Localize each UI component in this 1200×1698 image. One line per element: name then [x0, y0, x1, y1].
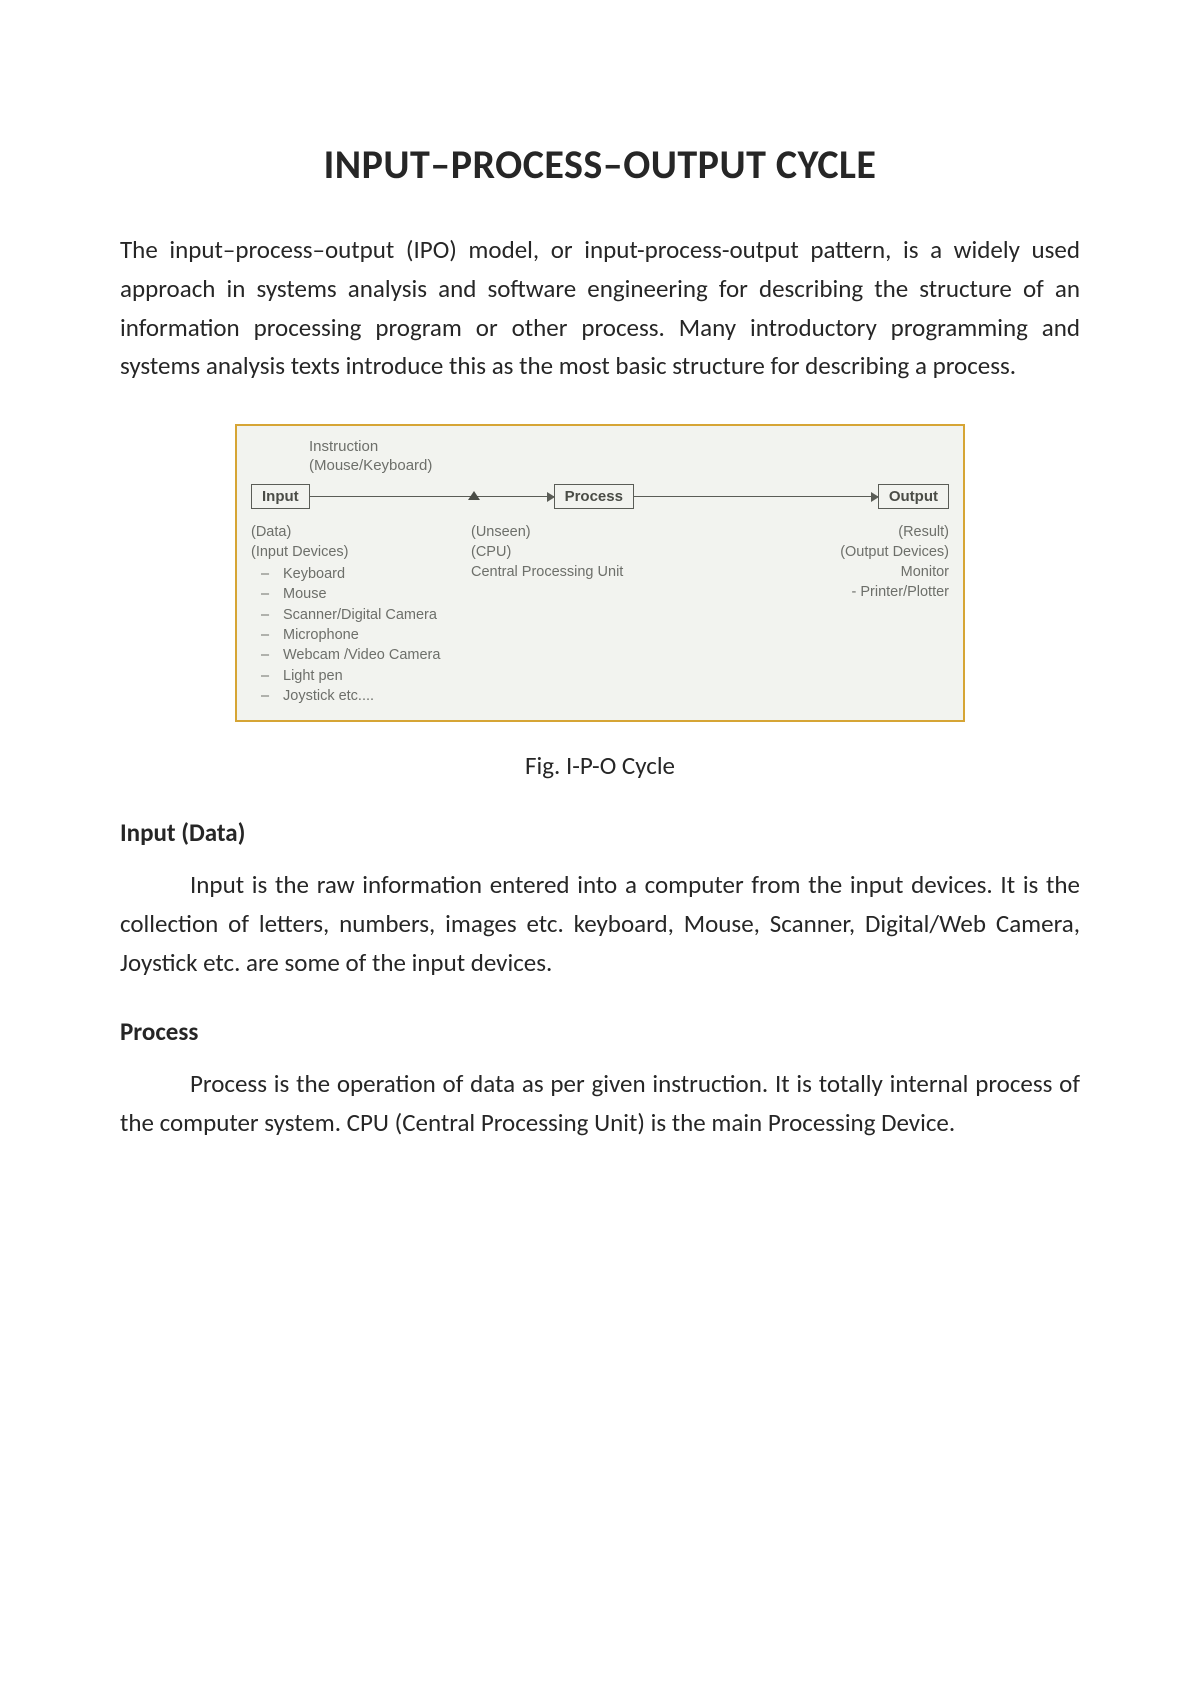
arrow-process-to-output: [634, 496, 878, 498]
diagram-flow-row: Input Process Output: [251, 482, 949, 512]
up-arrow-icon: [468, 491, 480, 500]
input-box: Input: [251, 484, 310, 509]
process-head1: (Unseen): [471, 522, 721, 542]
list-item: Mouse: [251, 584, 471, 604]
figure-caption: Fig. I-P-O Cycle: [120, 750, 1080, 781]
output-line4: - Printer/Plotter: [721, 582, 949, 602]
input-column: (Data) (Input Devices) Keyboard Mouse Sc…: [251, 522, 471, 707]
input-devices-list: Keyboard Mouse Scanner/Digital Camera Mi…: [251, 564, 471, 706]
list-item: Microphone: [251, 625, 471, 645]
output-head2: (Output Devices): [721, 542, 949, 562]
process-box: Process: [554, 484, 634, 509]
process-line3: Central Processing Unit: [471, 562, 721, 582]
list-item: Keyboard: [251, 564, 471, 584]
output-head1: (Result): [721, 522, 949, 542]
input-head2: (Input Devices): [251, 542, 471, 562]
input-head1: (Data): [251, 522, 471, 542]
ipo-diagram-container: Instruction (Mouse/Keyboard) Input Proce…: [235, 424, 965, 722]
diagram-instruction-label: Instruction (Mouse/Keyboard): [309, 438, 949, 476]
arrow-head-icon: [547, 492, 555, 502]
instruction-line2: (Mouse/Keyboard): [309, 457, 949, 476]
list-item: Light pen: [251, 666, 471, 686]
section-body-input: Input is the raw information entered int…: [120, 866, 1080, 982]
list-item: Webcam /Video Camera: [251, 645, 471, 665]
intro-paragraph: The input–process–output (IPO) model, or…: [120, 231, 1080, 386]
process-column: (Unseen) (CPU) Central Processing Unit: [471, 522, 721, 707]
section-title-input: Input (Data): [120, 817, 1080, 848]
output-box: Output: [878, 484, 949, 509]
diagram-columns: (Data) (Input Devices) Keyboard Mouse Sc…: [251, 522, 949, 707]
section-title-process: Process: [120, 1016, 1080, 1047]
section-body-process: Process is the operation of data as per …: [120, 1065, 1080, 1143]
arrow-head-icon: [871, 492, 879, 502]
ipo-diagram: Instruction (Mouse/Keyboard) Input Proce…: [235, 424, 965, 722]
arrow-input-to-process: [310, 496, 554, 498]
list-item: Joystick etc....: [251, 686, 471, 706]
page-title: INPUT–PROCESS–OUTPUT CYCLE: [120, 140, 1080, 189]
list-item: Scanner/Digital Camera: [251, 605, 471, 625]
output-line3: Monitor: [721, 562, 949, 582]
instruction-line1: Instruction: [309, 438, 949, 457]
process-head2: (CPU): [471, 542, 721, 562]
output-column: (Result) (Output Devices) Monitor - Prin…: [721, 522, 949, 707]
